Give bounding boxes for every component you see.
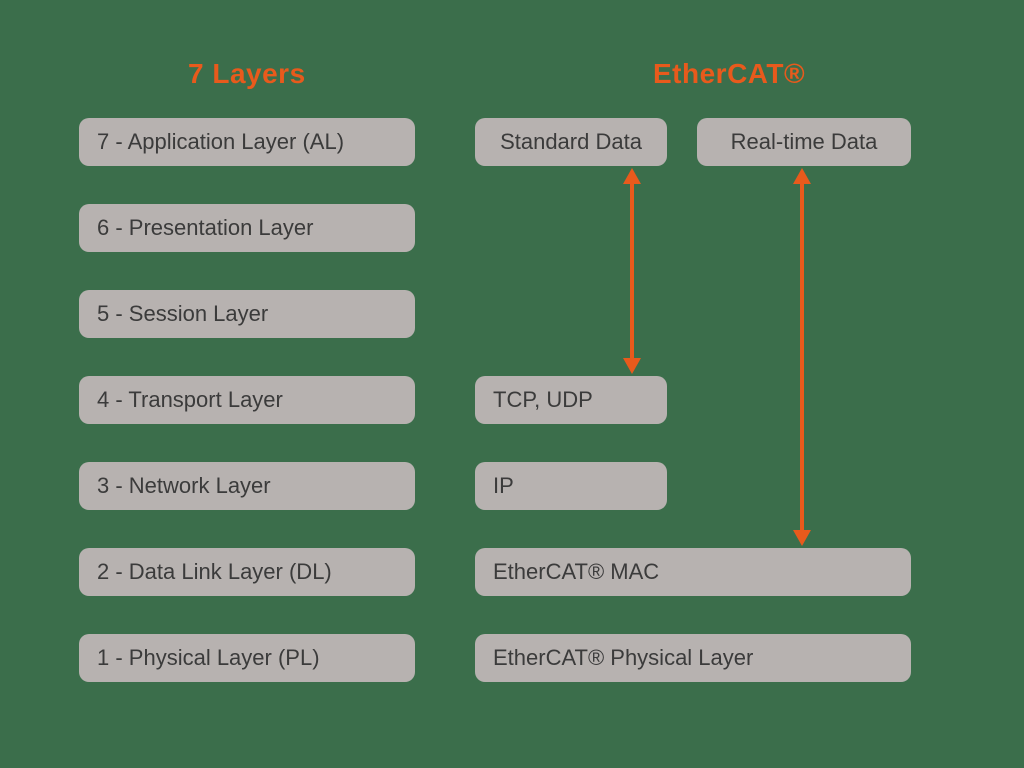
- diagram-canvas: 7 Layers EtherCAT® 7 - Application Layer…: [0, 0, 1024, 768]
- heading-ethercat: EtherCAT®: [653, 58, 805, 90]
- layer-2-box: 2 - Data Link Layer (DL): [79, 548, 415, 596]
- heading-layers: 7 Layers: [188, 58, 306, 90]
- arrow-realtime-head-down: [793, 530, 811, 546]
- layer-1-box: 1 - Physical Layer (PL): [79, 634, 415, 682]
- ip-box: IP: [475, 462, 667, 510]
- layer-6-box: 6 - Presentation Layer: [79, 204, 415, 252]
- standard-data-box: Standard Data: [475, 118, 667, 166]
- layer-7-box: 7 - Application Layer (AL): [79, 118, 415, 166]
- layer-4-box: 4 - Transport Layer: [79, 376, 415, 424]
- arrow-standard-to-tcp: [630, 182, 634, 360]
- layer-5-box: 5 - Session Layer: [79, 290, 415, 338]
- arrow-realtime-head-up: [793, 168, 811, 184]
- tcp-udp-box: TCP, UDP: [475, 376, 667, 424]
- ethercat-mac-box: EtherCAT® MAC: [475, 548, 911, 596]
- arrow-standard-head-up: [623, 168, 641, 184]
- layer-3-box: 3 - Network Layer: [79, 462, 415, 510]
- ethercat-phy-box: EtherCAT® Physical Layer: [475, 634, 911, 682]
- arrow-standard-head-down: [623, 358, 641, 374]
- arrow-realtime-to-mac: [800, 182, 804, 532]
- realtime-data-box: Real-time Data: [697, 118, 911, 166]
